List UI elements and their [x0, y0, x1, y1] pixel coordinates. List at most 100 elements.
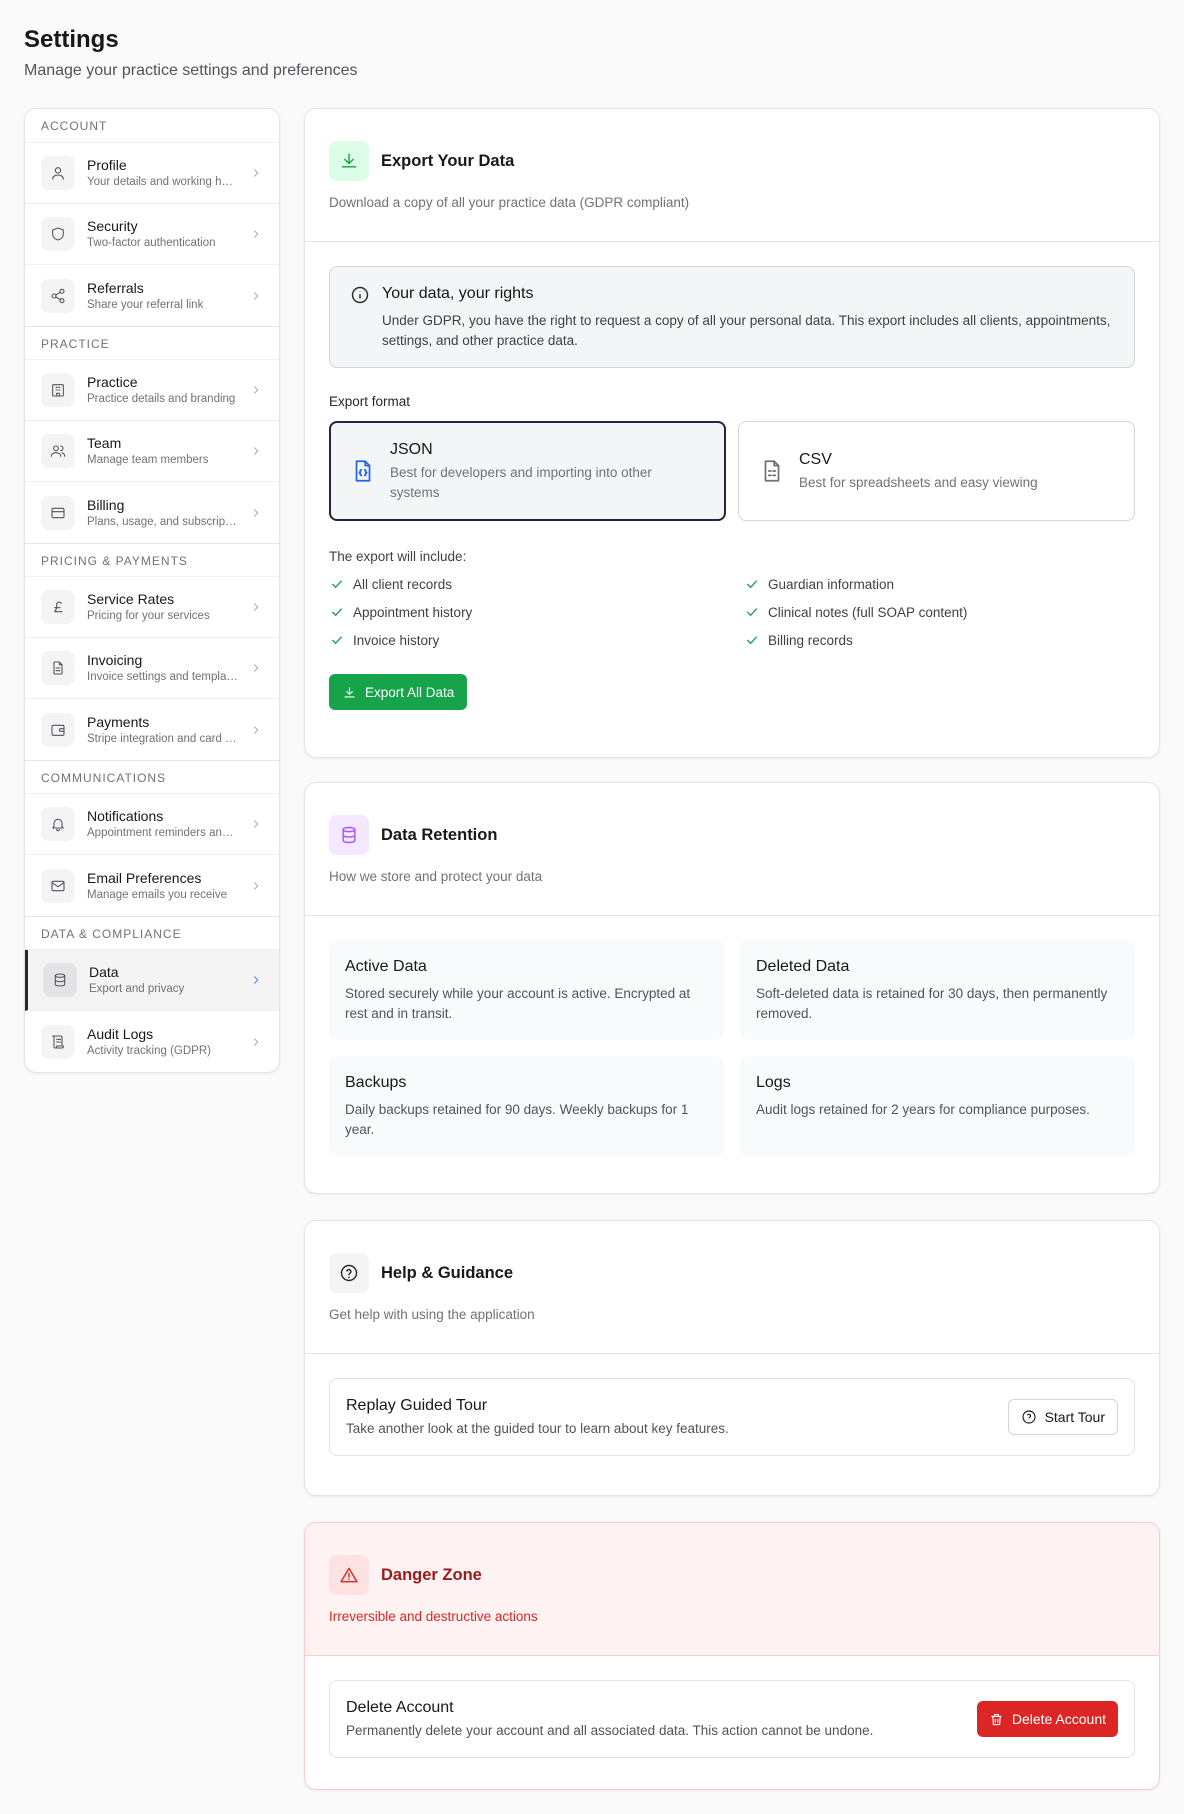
sidebar-item-title: Referrals	[87, 279, 144, 296]
card-title: Danger Zone	[381, 1565, 482, 1584]
include-item-label: All client records	[353, 576, 453, 592]
sidebar-group-account: Account Profile Your details and working …	[25, 109, 279, 326]
tile-title: Backups	[345, 1074, 407, 1091]
credit-card-icon	[41, 495, 75, 530]
includes-list: All client records Guardian information …	[329, 574, 1135, 650]
format-option-json[interactable]: JSON Best for developers and importing i…	[329, 421, 726, 521]
sidebar-group-practice: Practice Practice Practice details and br…	[25, 326, 279, 543]
sidebar-item-data[interactable]: Data Export and privacy	[25, 950, 279, 1011]
sidebar-item-title: Security	[87, 218, 138, 234]
trash-icon	[991, 1713, 1002, 1725]
sidebar-item-billing[interactable]: Billing Plans, usage, and subscription	[25, 482, 279, 543]
sidebar-item-desc: Appointment reminders and alerts	[87, 827, 239, 839]
format-option-csv[interactable]: CSV Best for spreadsheets and easy viewi…	[738, 421, 1135, 521]
button-label: Start Tour	[1044, 1409, 1105, 1425]
mail-icon	[41, 868, 75, 903]
card-subtitle: Irreversible and destructive actions	[329, 1609, 538, 1624]
chevron-right-icon	[253, 291, 259, 300]
file-spreadsheet-icon	[764, 460, 780, 482]
sidebar-item-title: Audit Logs	[87, 1025, 154, 1042]
help-circle-icon	[329, 1253, 369, 1293]
bell-icon	[41, 807, 75, 841]
page-header: Settings Manage your practice settings a…	[24, 24, 358, 80]
sidebar-item-service-rates[interactable]: Service Rates Pricing for your services	[25, 577, 279, 638]
card-header: Export Your Data Download a copy of all …	[305, 109, 1159, 242]
include-item-label: Clinical notes (full SOAP content)	[768, 604, 968, 620]
sidebar-item-desc: Share your referral link	[87, 298, 204, 311]
sidebar-item-email-preferences[interactable]: Email Preferences Manage emails you recei…	[25, 855, 279, 916]
tile-title: Active Data	[345, 958, 427, 975]
format-desc: Best for spreadsheets and easy viewing	[799, 475, 1038, 490]
button-label: Delete Account	[1011, 1711, 1106, 1727]
sidebar-item-team[interactable]: Team Manage team members	[25, 421, 279, 482]
chevron-right-icon	[253, 664, 259, 672]
sidebar-group-communications: Communications Notifications Appointment …	[25, 760, 279, 916]
include-item: Invoice history	[329, 630, 720, 650]
file-text-icon	[41, 651, 75, 685]
tile-desc: Daily backups retained for 90 days. Week…	[345, 1102, 689, 1137]
sidebar-item-desc: Manage team members	[87, 454, 209, 466]
tile-desc: Audit logs retained for 2 years for comp…	[756, 1102, 1090, 1117]
card-body: Your data, your rights Under GDPR, you h…	[305, 242, 1159, 734]
sidebar-item-desc: Practice details and branding	[87, 393, 236, 405]
file-json-icon	[355, 460, 371, 482]
sidebar-item-notifications[interactable]: Notifications Appointment reminders and a…	[25, 794, 279, 855]
include-item: Clinical notes (full SOAP content)	[744, 602, 1135, 622]
page-subtitle: Manage your practice settings and prefer…	[24, 62, 358, 79]
download-icon	[344, 687, 355, 697]
sidebar-item-audit-logs[interactable]: Audit Logs Activity tracking (GDPR)	[25, 1011, 279, 1072]
help-circle-icon	[1021, 1410, 1036, 1424]
chevron-right-icon	[253, 508, 259, 517]
scroll-icon	[41, 1024, 75, 1059]
sidebar-item-security[interactable]: Security Two-factor authentication	[25, 204, 279, 265]
export-all-data-button[interactable]: Export All Data	[329, 674, 468, 710]
card-title: Help & Guidance	[381, 1263, 514, 1282]
chevron-right-icon	[253, 230, 259, 238]
sidebar-item-title: Data	[89, 964, 119, 980]
start-tour-button[interactable]: Start Tour	[1007, 1399, 1118, 1435]
building-icon	[41, 373, 75, 407]
check-icon	[746, 636, 758, 645]
chevron-right-icon	[253, 976, 259, 984]
sidebar-item-referrals[interactable]: Referrals Share your referral link	[25, 265, 279, 326]
help-guidance-card: Help & Guidance Get help with using the …	[304, 1220, 1160, 1496]
card-body: Delete Account Permanently delete your a…	[305, 1656, 1159, 1782]
check-icon	[331, 608, 343, 617]
export-data-card: Export Your Data Download a copy of all …	[304, 108, 1160, 758]
guided-tour-row: Replay Guided Tour Take another look at …	[329, 1378, 1135, 1456]
sidebar-item-title: Team	[87, 435, 122, 451]
tile-title: Deleted Data	[756, 958, 850, 975]
sidebar-item-desc: Activity tracking (GDPR)	[87, 1044, 211, 1057]
includes-label: The export will include:	[329, 549, 467, 564]
card-body: Active Data Stored securely while your ac…	[305, 916, 1159, 1180]
sidebar-item-desc: Invoice settings and templates	[87, 671, 239, 683]
sidebar-item-practice[interactable]: Practice Practice details and branding	[25, 360, 279, 421]
retention-tile-active-data: Active Data Stored securely while your ac…	[329, 940, 724, 1040]
sidebar-item-profile[interactable]: Profile Your details and working hours	[25, 143, 279, 204]
button-label: Export All Data	[365, 684, 455, 700]
delete-account-row: Delete Account Permanently delete your a…	[329, 1680, 1135, 1758]
sidebar-item-desc: Your details and working hours	[87, 176, 239, 188]
export-format-label: Export format	[329, 394, 411, 409]
delete-account-button[interactable]: Delete Account	[976, 1701, 1118, 1737]
database-icon	[329, 815, 369, 855]
chevron-right-icon	[253, 881, 259, 890]
card-subtitle: Download a copy of all your practice dat…	[329, 195, 690, 210]
gdpr-info-box: Your data, your rights Under GDPR, you h…	[329, 266, 1135, 368]
sidebar-item-title: Service Rates	[87, 591, 175, 607]
sidebar-item-payments[interactable]: Payments Stripe integration and card paym…	[25, 699, 279, 760]
sidebar-item-title: Profile	[87, 157, 127, 173]
include-item: Guardian information	[744, 574, 1135, 594]
include-item: Billing records	[744, 630, 1135, 650]
chevron-right-icon	[253, 1037, 259, 1046]
card-subtitle: How we store and protect your data	[329, 869, 543, 884]
tile-desc: Stored securely while your account is ac…	[345, 986, 691, 1021]
info-body: Under GDPR, you have the right to reques…	[382, 313, 1111, 348]
sidebar-item-invoicing[interactable]: Invoicing Invoice settings and templates	[25, 638, 279, 699]
data-retention-card: Data Retention How we store and protect …	[304, 782, 1160, 1194]
retention-tiles: Active Data Stored securely while your ac…	[329, 940, 1135, 1156]
chevron-right-icon	[253, 447, 259, 455]
sidebar-item-title: Practice	[87, 374, 138, 390]
card-title: Data Retention	[381, 825, 498, 844]
card-title: Export Your Data	[381, 151, 515, 170]
